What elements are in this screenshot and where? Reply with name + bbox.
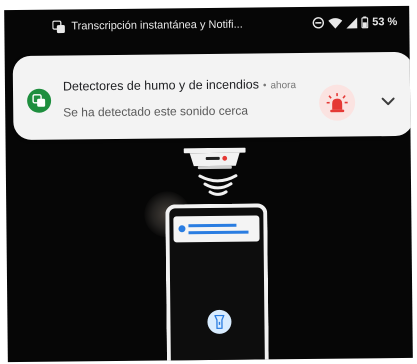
status-icons: 53 % [312,16,397,29]
sound-waves-icon [196,174,240,205]
live-transcribe-icon [26,88,52,113]
battery-percentage: 53 % [372,16,398,29]
notification-body: Se ha detectado este sonido cerca [63,103,249,120]
phone-mini-notification [173,215,260,243]
do-not-disturb-icon [312,17,324,29]
status-notification-title: Transcripción instantánea y Notifi... [71,18,243,33]
notification-title: Detectores de humo y de incendios [62,77,259,94]
mini-notification-line [188,223,237,228]
notification-title-row: Detectores de humo y de incendios • ahora [63,77,296,93]
notification-separator: • [262,80,267,92]
wifi-icon [328,17,343,29]
notification-time: ahora [270,80,297,92]
siren-icon [318,84,356,121]
battery-icon [361,16,369,29]
cell-signal-icon [346,16,358,29]
phone-screen: Transcripción instantánea y Notifi... 53… [4,5,413,363]
status-bar: Transcripción instantánea y Notifi... 53… [4,6,409,44]
live-transcribe-icon [52,20,65,34]
mini-notification-line [188,230,249,235]
sound-notification-card[interactable]: Detectores de humo y de incendios • ahora … [12,51,413,141]
chevron-down-icon[interactable] [375,88,401,114]
phone-illustration [165,203,269,363]
mini-notification-icon [178,225,186,233]
light-icon [207,309,232,335]
